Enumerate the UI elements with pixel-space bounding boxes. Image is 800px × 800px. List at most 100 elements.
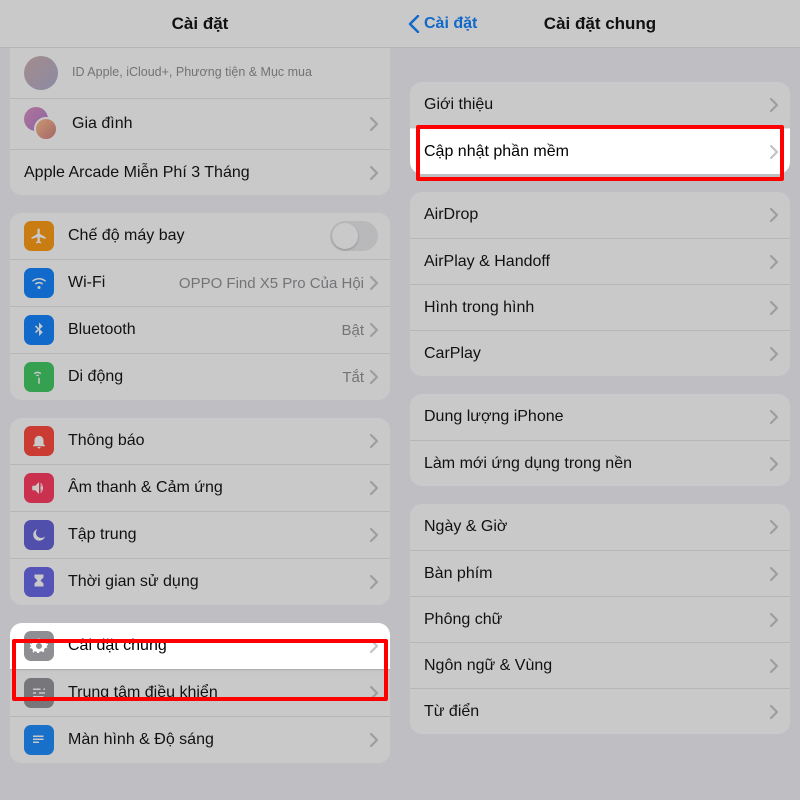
- lang-region-label: Ngôn ngữ & Vùng: [424, 657, 770, 675]
- wifi-row[interactable]: Wi-Fi OPPO Find X5 Pro Của Hội: [10, 259, 390, 306]
- wifi-icon: [24, 268, 54, 298]
- chevron-right-icon: [770, 705, 778, 719]
- settings-header: Cài đặt: [0, 0, 400, 48]
- software-update-label: Cập nhật phần mềm: [424, 143, 770, 161]
- screentime-row[interactable]: Thời gian sử dụng: [10, 558, 390, 605]
- apple-id-subtitle: ID Apple, iCloud+, Phương tiện & Mục mua: [72, 65, 378, 81]
- chevron-right-icon: [370, 166, 378, 180]
- dictionary-row[interactable]: Từ điển: [410, 688, 790, 734]
- chevron-right-icon: [370, 733, 378, 747]
- general-settings-pane: Cài đặt Cài đặt chung Giới thiệu Cập nhậ…: [400, 0, 800, 800]
- focus-row[interactable]: Tập trung: [10, 511, 390, 558]
- cellular-row[interactable]: Di động Tắt: [10, 353, 390, 400]
- settings-root-pane: Cài đặt ID Apple, iCloud+, Phương tiện &…: [0, 0, 400, 800]
- family-avatar-icon: [24, 107, 58, 141]
- airplay-row[interactable]: AirPlay & Handoff: [410, 238, 790, 284]
- chevron-right-icon: [370, 639, 378, 653]
- chevron-right-icon: [770, 457, 778, 471]
- chevron-right-icon: [770, 145, 778, 159]
- bluetooth-row[interactable]: Bluetooth Bật: [10, 306, 390, 353]
- notifications-row[interactable]: Thông báo: [10, 418, 390, 464]
- chevron-right-icon: [770, 98, 778, 112]
- chevron-right-icon: [370, 276, 378, 290]
- fonts-row[interactable]: Phông chữ: [410, 596, 790, 642]
- chevron-right-icon: [370, 370, 378, 384]
- cellular-value: Tắt: [342, 369, 364, 386]
- bluetooth-icon: [24, 315, 54, 345]
- chevron-right-icon: [370, 575, 378, 589]
- airplane-mode-row[interactable]: Chế độ máy bay: [10, 213, 390, 259]
- back-label: Cài đặt: [424, 15, 477, 33]
- arcade-label: Apple Arcade Miễn Phí 3 Tháng: [24, 164, 370, 182]
- general-row[interactable]: Cài đặt chung: [10, 623, 390, 669]
- back-button[interactable]: Cài đặt: [408, 0, 477, 48]
- chevron-right-icon: [770, 567, 778, 581]
- storage-label: Dung lượng iPhone: [424, 408, 770, 426]
- family-row[interactable]: Gia đình: [10, 98, 390, 149]
- cellular-icon: [24, 362, 54, 392]
- airplane-icon: [24, 221, 54, 251]
- family-label: Gia đình: [72, 115, 370, 133]
- general-label: Cài đặt chung: [68, 637, 370, 655]
- gear-icon: [24, 631, 54, 661]
- wifi-value: OPPO Find X5 Pro Của Hội: [179, 275, 364, 292]
- sound-label: Âm thanh & Cảm ứng: [68, 479, 370, 497]
- screentime-label: Thời gian sử dụng: [68, 573, 370, 591]
- airplane-label: Chế độ máy bay: [68, 227, 330, 245]
- sound-row[interactable]: Âm thanh & Cảm ứng: [10, 464, 390, 511]
- bluetooth-label: Bluetooth: [68, 321, 341, 339]
- general-header: Cài đặt Cài đặt chung: [400, 0, 800, 48]
- storage-row[interactable]: Dung lượng iPhone: [410, 394, 790, 440]
- general-title: Cài đặt chung: [544, 14, 656, 34]
- chevron-right-icon: [370, 481, 378, 495]
- keyboard-label: Bàn phím: [424, 565, 770, 583]
- chevron-right-icon: [370, 528, 378, 542]
- pip-row[interactable]: Hình trong hình: [410, 284, 790, 330]
- airplay-label: AirPlay & Handoff: [424, 253, 770, 271]
- airdrop-label: AirDrop: [424, 206, 770, 224]
- apple-id-row[interactable]: ID Apple, iCloud+, Phương tiện & Mục mua: [10, 48, 390, 98]
- chevron-right-icon: [770, 347, 778, 361]
- chevron-right-icon: [770, 659, 778, 673]
- pip-label: Hình trong hình: [424, 299, 770, 317]
- chevron-right-icon: [770, 301, 778, 315]
- lang-region-row[interactable]: Ngôn ngữ & Vùng: [410, 642, 790, 688]
- datetime-label: Ngày & Giờ: [424, 518, 770, 536]
- chevron-right-icon: [770, 410, 778, 424]
- hourglass-icon: [24, 567, 54, 597]
- chevron-right-icon: [770, 613, 778, 627]
- airdrop-row[interactable]: AirDrop: [410, 192, 790, 238]
- arcade-promo-row[interactable]: Apple Arcade Miễn Phí 3 Tháng: [10, 149, 390, 195]
- control-center-label: Trung tâm điều khiển: [68, 684, 370, 702]
- chevron-right-icon: [370, 686, 378, 700]
- focus-label: Tập trung: [68, 526, 370, 544]
- moon-icon: [24, 520, 54, 550]
- about-label: Giới thiệu: [424, 96, 770, 114]
- control-center-row[interactable]: Trung tâm điều khiển: [10, 669, 390, 716]
- chevron-right-icon: [770, 208, 778, 222]
- chevron-right-icon: [370, 323, 378, 337]
- bg-refresh-label: Làm mới ứng dụng trong nền: [424, 455, 770, 473]
- dictionary-label: Từ điển: [424, 703, 770, 721]
- display-label: Màn hình & Độ sáng: [68, 731, 370, 749]
- datetime-row[interactable]: Ngày & Giờ: [410, 504, 790, 550]
- notifications-label: Thông báo: [68, 432, 370, 450]
- about-row[interactable]: Giới thiệu: [410, 82, 790, 128]
- display-row[interactable]: Màn hình & Độ sáng: [10, 716, 390, 763]
- carplay-row[interactable]: CarPlay: [410, 330, 790, 376]
- sliders-icon: [24, 678, 54, 708]
- cellular-label: Di động: [68, 368, 342, 386]
- chevron-right-icon: [770, 255, 778, 269]
- keyboard-row[interactable]: Bàn phím: [410, 550, 790, 596]
- airplane-toggle[interactable]: [330, 221, 378, 251]
- fonts-label: Phông chữ: [424, 611, 770, 629]
- settings-title: Cài đặt: [172, 14, 229, 34]
- bluetooth-value: Bật: [341, 322, 364, 339]
- bg-refresh-row[interactable]: Làm mới ứng dụng trong nền: [410, 440, 790, 486]
- avatar-icon: [24, 56, 58, 90]
- display-icon: [24, 725, 54, 755]
- speaker-icon: [24, 473, 54, 503]
- chevron-left-icon: [408, 15, 420, 33]
- software-update-row[interactable]: Cập nhật phần mềm: [410, 128, 790, 174]
- chevron-right-icon: [370, 434, 378, 448]
